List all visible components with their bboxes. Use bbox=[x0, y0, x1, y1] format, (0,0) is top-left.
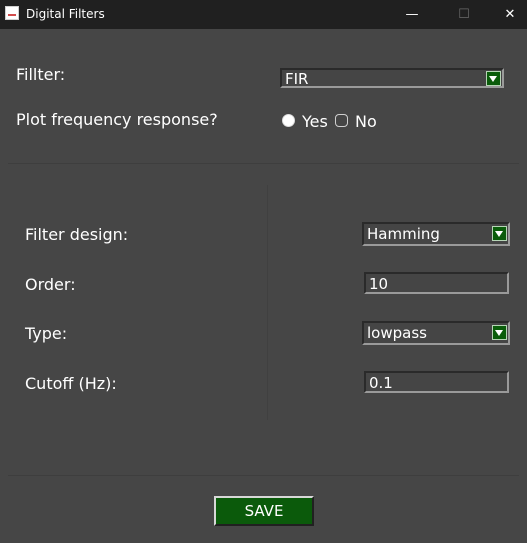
type-select[interactable]: lowpass bbox=[362, 321, 510, 345]
cutoff-input[interactable]: 0.1 bbox=[364, 371, 509, 393]
type-select-value: lowpass bbox=[367, 324, 427, 342]
filter-select[interactable]: FIR bbox=[280, 68, 504, 88]
filter-label: Fillter: bbox=[16, 65, 66, 84]
order-input-value: 10 bbox=[369, 275, 389, 293]
title-bar: Digital Filters — ☐ ✕ bbox=[0, 0, 527, 29]
chevron-down-icon[interactable] bbox=[492, 325, 507, 340]
save-button[interactable]: SAVE bbox=[214, 496, 314, 526]
chevron-down-icon[interactable] bbox=[486, 71, 501, 86]
order-label: Order: bbox=[25, 275, 76, 294]
plot-yes-label[interactable]: Yes bbox=[302, 112, 328, 131]
order-input[interactable]: 10 bbox=[364, 272, 509, 294]
cutoff-input-value: 0.1 bbox=[369, 374, 393, 392]
filter-design-select[interactable]: Hamming bbox=[362, 222, 510, 246]
close-button[interactable]: ✕ bbox=[487, 0, 527, 29]
bottom-separator bbox=[8, 475, 519, 476]
top-separator bbox=[8, 163, 519, 164]
plot-response-label: Plot frequency response? bbox=[16, 110, 218, 129]
filter-select-value: FIR bbox=[285, 70, 309, 88]
window-title: Digital Filters bbox=[26, 7, 105, 21]
maximize-button[interactable]: ☐ bbox=[441, 0, 487, 29]
app-icon bbox=[5, 6, 19, 20]
type-label: Type: bbox=[25, 324, 68, 343]
plot-no-radio[interactable] bbox=[335, 114, 348, 127]
params-divider bbox=[267, 185, 268, 420]
filter-design-value: Hamming bbox=[367, 225, 440, 243]
minimize-button[interactable]: — bbox=[389, 0, 435, 29]
plot-no-label[interactable]: No bbox=[355, 112, 377, 131]
chevron-down-icon[interactable] bbox=[492, 226, 507, 241]
cutoff-label: Cutoff (Hz): bbox=[25, 374, 117, 393]
plot-yes-radio[interactable] bbox=[282, 114, 295, 127]
filter-design-label: Filter design: bbox=[25, 225, 129, 244]
